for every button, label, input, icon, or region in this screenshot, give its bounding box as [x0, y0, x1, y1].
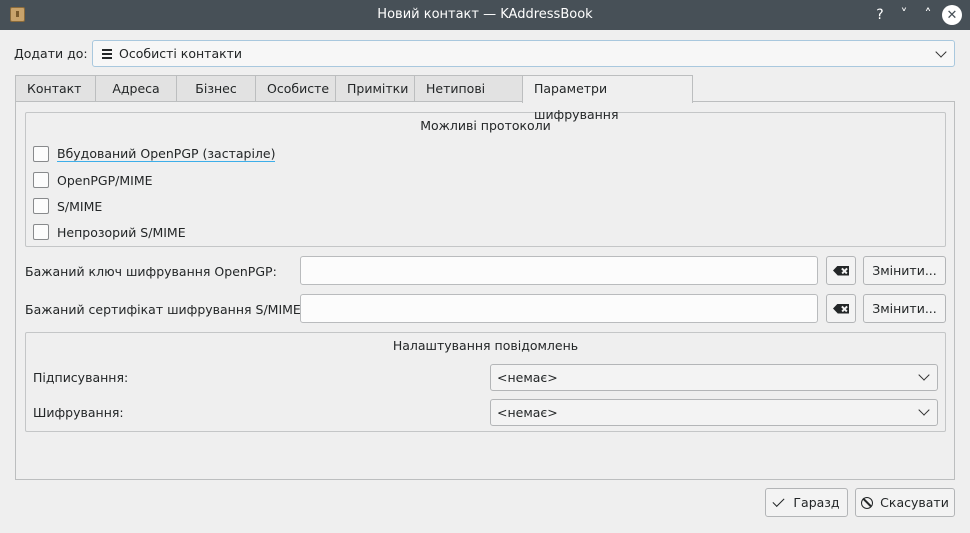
- clear-openpgp-key-button[interactable]: [826, 256, 856, 285]
- check-icon: [772, 494, 785, 508]
- ok-button[interactable]: Гаразд: [765, 488, 848, 517]
- encryption-value: <немає>: [497, 405, 558, 420]
- checkbox-label: Вбудований OpenPGP (застаріле): [57, 146, 276, 162]
- close-button[interactable]: ✕: [942, 5, 962, 25]
- checkbox-label: S/MIME: [57, 198, 103, 214]
- signing-select[interactable]: <немає>: [490, 364, 938, 391]
- openpgp-key-field[interactable]: [300, 256, 818, 285]
- tab-crypto-settings[interactable]: Параметри шифрування: [522, 75, 693, 122]
- cancel-icon: [861, 496, 874, 509]
- tab-notes[interactable]: Примітки: [335, 75, 415, 102]
- cancel-button[interactable]: Скасувати: [855, 488, 955, 517]
- checkbox[interactable]: [33, 224, 49, 240]
- tab-custom-fields[interactable]: Нетипові поля: [414, 75, 523, 122]
- maximize-button[interactable]: ˄: [918, 5, 938, 25]
- checkbox[interactable]: [33, 172, 49, 188]
- address-book-icon: [102, 49, 112, 59]
- signing-value: <немає>: [497, 370, 558, 385]
- protocol-smime[interactable]: S/MIME: [33, 197, 102, 215]
- add-to-label: Додати до:: [14, 46, 88, 61]
- protocol-opaque-smime[interactable]: Непрозорий S/MIME: [33, 223, 186, 241]
- openpgp-key-label: Бажаний ключ шифрування OpenPGP:: [25, 264, 277, 279]
- smime-cert-label: Бажаний сертифікат шифрування S/MIME:: [25, 302, 306, 317]
- tab-personal[interactable]: Особисте: [255, 75, 336, 102]
- tab-panel: Можливі протоколи Вбудований OpenPGP (за…: [15, 101, 955, 480]
- tab-contact[interactable]: Контакт: [15, 75, 96, 102]
- checkbox[interactable]: [33, 146, 49, 162]
- tab-business[interactable]: Бізнес: [176, 75, 256, 102]
- encryption-select[interactable]: <немає>: [490, 399, 938, 426]
- help-button[interactable]: ?: [870, 5, 890, 25]
- address-book-value: Особисті контакти: [119, 46, 243, 61]
- clear-icon: [833, 265, 849, 276]
- title-bar: Новий контакт — KAddressBook ? ˅ ˄ ✕: [0, 0, 970, 30]
- ok-label: Гаразд: [793, 495, 840, 510]
- change-smime-cert-button[interactable]: Змінити...: [863, 294, 946, 323]
- encryption-label: Шифрування:: [33, 405, 124, 420]
- message-settings-group: Налаштування повідомлень Підписування: <…: [25, 332, 946, 432]
- message-settings-title: Налаштування повідомлень: [392, 338, 579, 353]
- cancel-label: Скасувати: [880, 495, 949, 510]
- chevron-down-icon: [918, 369, 930, 381]
- protocol-inline-openpgp[interactable]: Вбудований OpenPGP (застаріле): [33, 145, 276, 163]
- change-openpgp-key-button[interactable]: Змінити...: [863, 256, 946, 285]
- smime-cert-field[interactable]: [300, 294, 818, 323]
- signing-label: Підписування:: [33, 370, 129, 385]
- clear-icon: [833, 303, 849, 314]
- protocol-openpgp-mime[interactable]: OpenPGP/MIME: [33, 171, 153, 189]
- checkbox[interactable]: [33, 198, 49, 214]
- checkbox-label: Непрозорий S/MIME: [57, 224, 186, 240]
- clear-smime-cert-button[interactable]: [826, 294, 856, 323]
- chevron-down-icon: [918, 404, 930, 416]
- window-title: Новий контакт — KAddressBook: [377, 7, 593, 22]
- tab-address[interactable]: Адреса: [95, 75, 177, 102]
- address-book-select[interactable]: Особисті контакти: [92, 40, 955, 67]
- chevron-down-icon: [935, 46, 947, 58]
- minimize-button[interactable]: ˅: [894, 5, 914, 25]
- protocols-title: Можливі протоколи: [420, 118, 551, 133]
- checkbox-label: OpenPGP/MIME: [57, 172, 153, 188]
- tab-bar: Контакт Адреса Бізнес Особисте Примітки …: [15, 75, 693, 122]
- protocols-group: Можливі протоколи Вбудований OpenPGP (за…: [25, 112, 946, 247]
